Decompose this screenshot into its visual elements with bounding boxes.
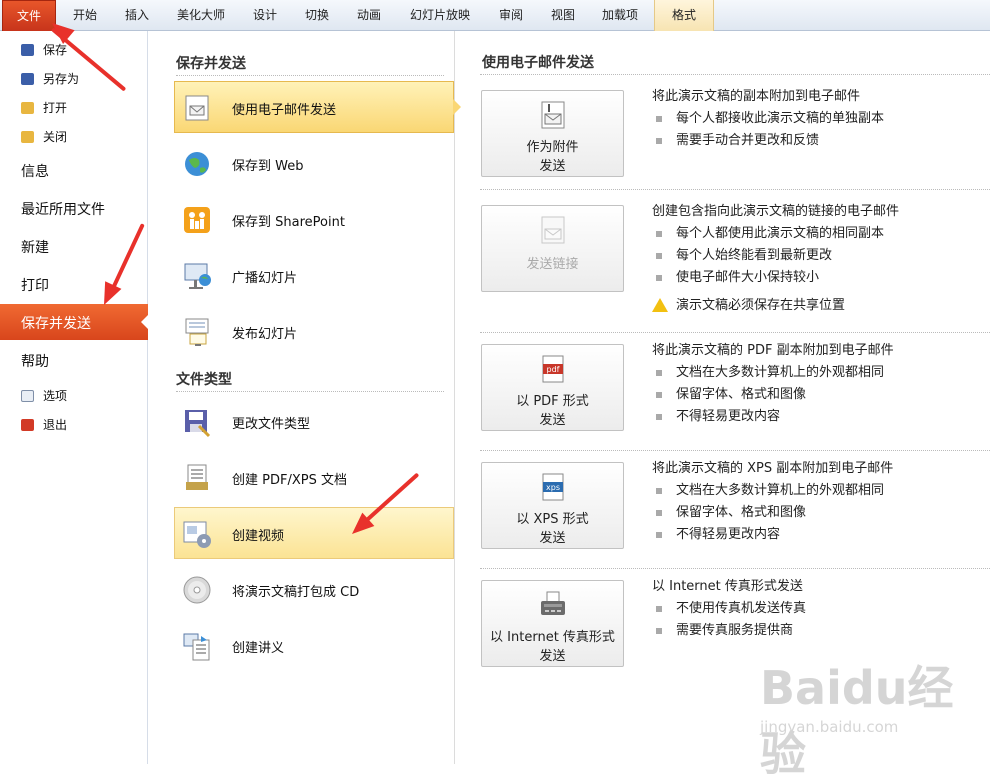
section-divider	[480, 332, 990, 333]
send-as-internet-fax-button[interactable]: 以 Internet 传真形式 发送	[481, 580, 624, 667]
broadcast-icon	[181, 260, 213, 292]
section-divider	[480, 568, 990, 569]
link-description: 创建包含指向此演示文稿的链接的电子邮件 每个人都使用此演示文稿的相同副本 每个人…	[652, 201, 899, 317]
ribbon-tab-bar: 文件 开始 插入 美化大师 设计 切换 动画 幻灯片放映 审阅 视图 加载项 格…	[0, 0, 990, 31]
nav-exit[interactable]: 退出	[0, 410, 148, 438]
backstage-nav: 保存 另存为 打开 关闭 信息 最近所用文件 新建 打印 保存并发送 帮助 选项…	[0, 31, 149, 764]
svg-text:xps: xps	[546, 483, 560, 492]
close-folder-icon	[21, 131, 34, 143]
nav-info[interactable]: 信息	[0, 152, 148, 188]
tab-view[interactable]: 视图	[540, 0, 586, 31]
pdf-description: 将此演示文稿的 PDF 副本附加到电子邮件 文档在大多数计算机上的外观都相同 保…	[652, 340, 894, 428]
tab-review[interactable]: 审阅	[488, 0, 534, 31]
attachment-description: 将此演示文稿的副本附加到电子邮件 每个人都接收此演示文稿的单独副本 需要手动合并…	[652, 86, 884, 152]
options-icon	[21, 390, 34, 402]
publish-slides-icon	[181, 316, 213, 348]
handout-icon	[181, 630, 213, 662]
section-divider	[480, 450, 990, 451]
xps-icon: xps	[539, 472, 567, 502]
send-as-attachment-button[interactable]: 作为附件 发送	[481, 90, 624, 177]
video-icon	[181, 518, 213, 550]
open-folder-icon	[21, 102, 34, 114]
send-as-pdf-button[interactable]: pdf 以 PDF 形式 发送	[481, 344, 624, 431]
attachment-icon	[539, 100, 567, 130]
detail-title: 使用电子邮件发送	[482, 55, 594, 71]
item-create-handouts[interactable]: 创建讲义	[174, 619, 454, 671]
email-icon	[181, 92, 213, 124]
warning-icon	[652, 298, 668, 312]
section-title-file-types: 文件类型	[176, 372, 232, 388]
tab-transitions[interactable]: 切换	[294, 0, 340, 31]
send-link-button[interactable]: 发送链接	[481, 205, 624, 292]
item-save-web[interactable]: 保存到 Web	[174, 137, 454, 189]
fax-description: 以 Internet 传真形式发送 不使用传真机发送传真 需要传真服务提供商	[652, 576, 806, 642]
save-icon	[21, 44, 34, 56]
link-icon	[539, 215, 567, 245]
section-divider	[176, 391, 444, 392]
tab-addins[interactable]: 加载项	[592, 0, 648, 31]
send-as-xps-button[interactable]: xps 以 XPS 形式 发送	[481, 462, 624, 549]
item-create-video[interactable]: 创建视频	[174, 507, 454, 559]
fax-icon	[539, 590, 567, 620]
section-title-save-send: 保存并发送	[176, 56, 246, 72]
nav-options[interactable]: 选项	[0, 381, 148, 409]
shared-location-warning: 演示文稿必须保存在共享位置	[652, 295, 899, 317]
nav-print[interactable]: 打印	[0, 266, 148, 302]
item-save-sharepoint[interactable]: 保存到 SharePoint	[174, 193, 454, 245]
nav-close[interactable]: 关闭	[0, 122, 148, 150]
section-divider	[480, 74, 990, 75]
tab-slideshow[interactable]: 幻灯片放映	[398, 0, 482, 31]
change-file-type-icon	[181, 406, 213, 438]
item-change-file-type[interactable]: 更改文件类型	[174, 395, 454, 447]
tab-beautify[interactable]: 美化大师	[166, 0, 236, 31]
exit-icon	[21, 419, 34, 431]
nav-open[interactable]: 打开	[0, 93, 148, 121]
cd-icon	[181, 574, 213, 606]
item-publish-slides[interactable]: 发布幻灯片	[174, 305, 454, 357]
tab-format[interactable]: 格式	[654, 0, 714, 31]
pdf-xps-icon	[181, 462, 213, 494]
xps-description: 将此演示文稿的 XPS 副本附加到电子邮件 文档在大多数计算机上的外观都相同 保…	[652, 458, 893, 546]
save-send-options-panel: 保存并发送 使用电子邮件发送 保存到 Web 保存到 SharePoint 广播…	[148, 31, 461, 764]
svg-text:pdf: pdf	[547, 365, 560, 374]
nav-save-and-send[interactable]: 保存并发送	[0, 304, 149, 340]
pdf-icon: pdf	[539, 354, 567, 384]
nav-recent[interactable]: 最近所用文件	[0, 190, 148, 226]
tab-insert[interactable]: 插入	[114, 0, 160, 31]
section-divider	[480, 189, 990, 190]
nav-help[interactable]: 帮助	[0, 342, 148, 378]
item-send-email[interactable]: 使用电子邮件发送	[174, 81, 461, 133]
section-divider	[176, 75, 444, 76]
tab-design[interactable]: 设计	[242, 0, 288, 31]
sharepoint-icon	[181, 204, 213, 236]
save-as-icon	[21, 73, 34, 85]
item-package-cd[interactable]: 将演示文稿打包成 CD	[174, 563, 454, 615]
globe-icon	[181, 148, 213, 180]
item-broadcast[interactable]: 广播幻灯片	[174, 249, 454, 301]
baidu-jingyan-watermark: Baidu经验 jingyan.baidu.com	[760, 661, 954, 781]
tab-animations[interactable]: 动画	[346, 0, 392, 31]
